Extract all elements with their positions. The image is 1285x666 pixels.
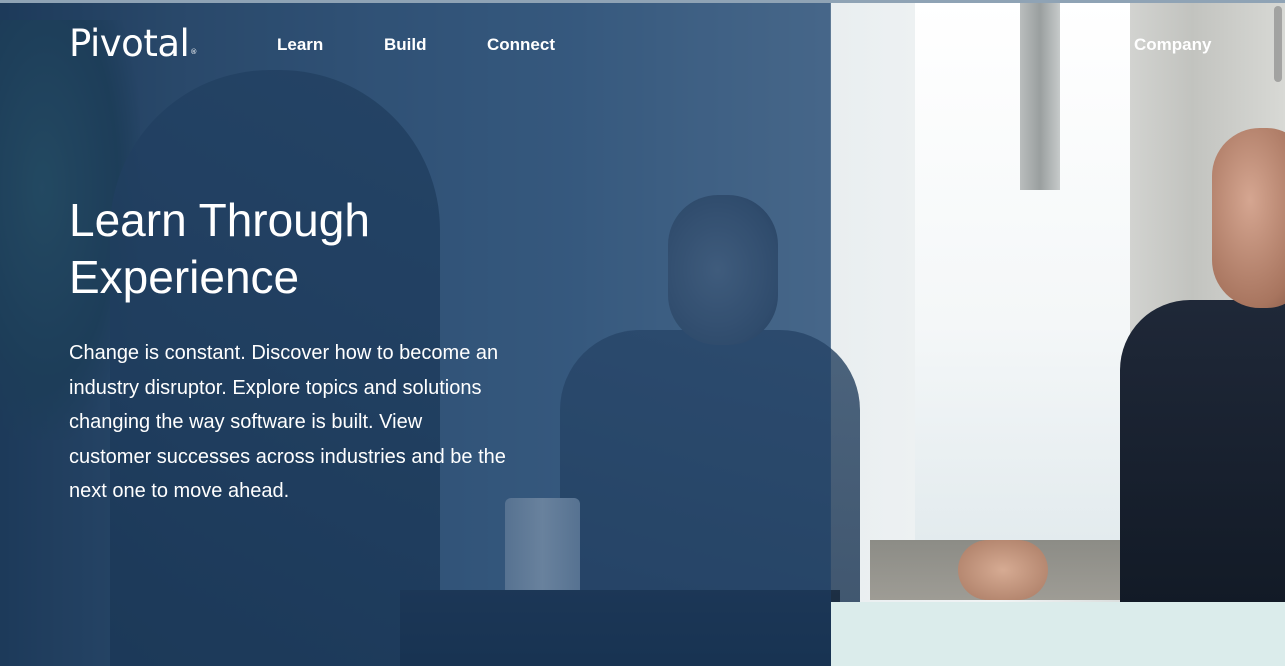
bottom-panel (831, 602, 1285, 666)
hero-background-photo (0, 0, 1285, 666)
main-nav: Pivotal® Learn Build Connect Company (0, 0, 1285, 90)
nav-link-build[interactable]: Build (384, 34, 427, 56)
logo-registered-mark: ® (190, 48, 197, 56)
person-right-hands (958, 540, 1048, 600)
hero-title-line2: Experience (69, 251, 300, 303)
pivotal-logo[interactable]: Pivotal® (69, 22, 197, 74)
person-right-head (1212, 128, 1285, 308)
hero-title-line1: Learn Through (69, 194, 370, 246)
hero-title: Learn Through Experience (69, 192, 569, 306)
blue-overlay (0, 0, 831, 666)
nav-link-learn[interactable]: Learn (277, 34, 323, 56)
hero-description: Change is constant. Discover how to beco… (69, 342, 506, 502)
nav-link-company[interactable]: Company (1134, 34, 1211, 56)
nav-link-connect[interactable]: Connect (487, 34, 555, 56)
person-right-body (1120, 300, 1285, 610)
logo-text: Pivotal (69, 22, 190, 65)
